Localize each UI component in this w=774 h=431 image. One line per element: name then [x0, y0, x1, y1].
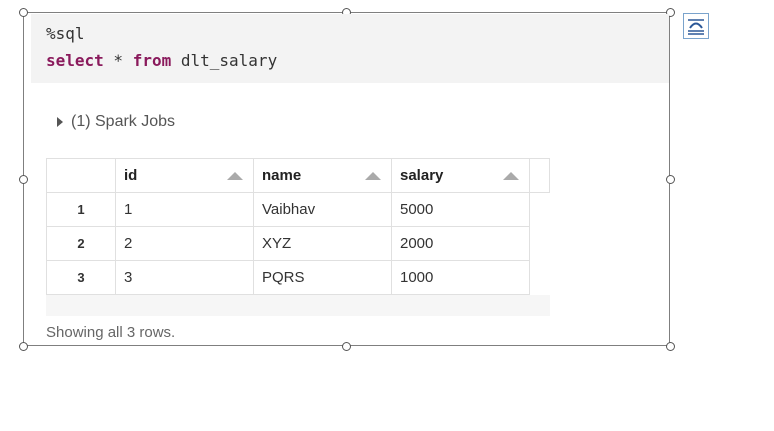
- layout-options-icon-graphic: [688, 19, 704, 35]
- sort-ascending-icon[interactable]: [503, 172, 519, 180]
- table-row[interactable]: 2 2 XYZ 2000: [46, 226, 550, 261]
- table-row[interactable]: 3 3 PQRS 1000: [46, 260, 550, 295]
- from-keyword: from: [132, 51, 172, 70]
- column-label-salary: salary: [400, 167, 444, 184]
- cell-salary[interactable]: 2000: [391, 226, 530, 261]
- column-header-name[interactable]: name: [253, 158, 392, 193]
- resize-handle-bottom-left[interactable]: [19, 342, 28, 351]
- spark-jobs-toggle[interactable]: (1) Spark Jobs: [57, 112, 175, 132]
- resize-handle-bottom-right[interactable]: [666, 342, 675, 351]
- row-number: 3: [46, 260, 116, 295]
- row-count-footer: Showing all 3 rows.: [46, 324, 176, 341]
- column-header-id[interactable]: id: [115, 158, 254, 193]
- cell-name[interactable]: PQRS: [253, 260, 392, 295]
- code-line-query: select * from dlt_salary: [46, 51, 277, 70]
- sort-ascending-icon[interactable]: [227, 172, 243, 180]
- sql-magic: %sql: [46, 24, 85, 43]
- spark-jobs-label: (1) Spark Jobs: [71, 113, 176, 130]
- resize-handle-middle-right[interactable]: [666, 175, 675, 184]
- row-number-header: [46, 158, 116, 193]
- cell-id[interactable]: 1: [115, 192, 254, 227]
- column-header-spacer: [529, 158, 550, 193]
- table-row[interactable]: 1 1 Vaibhav 5000: [46, 192, 550, 227]
- code-cell[interactable]: %sql select * from dlt_salary: [31, 14, 669, 83]
- cell-name[interactable]: XYZ: [253, 226, 392, 261]
- cell-salary[interactable]: 1000: [391, 260, 530, 295]
- cell-salary[interactable]: 5000: [391, 192, 530, 227]
- cell-id[interactable]: 2: [115, 226, 254, 261]
- results-table-container: id name salary 1 1 Vaibhav 5000 2 2 XYZ …: [46, 158, 550, 316]
- row-number: 1: [46, 192, 116, 227]
- cell-name[interactable]: Vaibhav: [253, 192, 392, 227]
- row-number: 2: [46, 226, 116, 261]
- column-header-salary[interactable]: salary: [391, 158, 530, 193]
- sort-ascending-icon[interactable]: [365, 172, 381, 180]
- resize-handle-middle-left[interactable]: [19, 175, 28, 184]
- cell-id[interactable]: 3: [115, 260, 254, 295]
- layout-options-icon[interactable]: [683, 13, 709, 39]
- column-label-id: id: [124, 167, 138, 184]
- column-label-name: name: [262, 167, 302, 184]
- select-keyword: select: [46, 51, 104, 70]
- results-table: id name salary 1 1 Vaibhav 5000 2 2 XYZ …: [46, 158, 550, 295]
- table-name-token: dlt_salary: [171, 51, 278, 70]
- resize-handle-bottom-center[interactable]: [342, 342, 351, 351]
- star-token: *: [103, 51, 133, 70]
- resize-handle-top-left[interactable]: [19, 8, 28, 17]
- table-header-row: id name salary: [46, 158, 550, 193]
- code-line-magic: %sql: [46, 24, 85, 43]
- expand-triangle-icon[interactable]: [57, 117, 63, 127]
